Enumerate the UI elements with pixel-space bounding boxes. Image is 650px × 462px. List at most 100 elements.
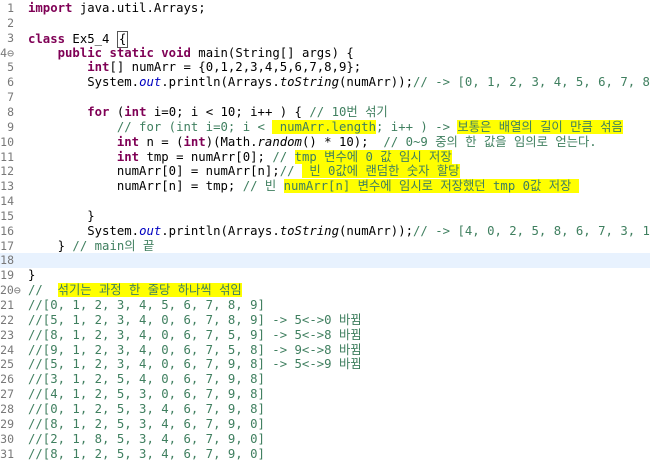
line-code: import java.util.Arrays; — [28, 1, 206, 16]
code-line[interactable]: 2 — [0, 16, 650, 31]
code-token: ( — [109, 104, 125, 119]
code-token: random — [257, 134, 302, 149]
code-line[interactable]: 1 import java.util.Arrays; — [0, 1, 650, 16]
comment-token: 섞기는 과정 한 줄당 하나씩 섞임 — [57, 283, 242, 298]
comment-token: // 빈 — [242, 179, 284, 194]
code-line[interactable]: 25 //[5, 1, 2, 3, 4, 0, 6, 7, 9, 8] -> 5<… — [0, 357, 650, 372]
comment-token: //[0, 1, 2, 3, 4, 5, 6, 7, 8, 9] — [28, 298, 265, 312]
line-number: 9 — [7, 119, 14, 134]
code-line[interactable]: 17 } // main의 끝 — [0, 239, 650, 254]
code-line[interactable]: 10 int n = (int)(Math.random() * 10); //… — [0, 135, 650, 150]
code-token: static — [109, 45, 154, 60]
code-line[interactable]: 19} — [0, 268, 650, 283]
line-code: for (int i=0; i < 10; i++ ) { // 10번 섞기 — [28, 105, 388, 120]
line-number: 24 — [0, 342, 14, 357]
line-number: 28 — [0, 401, 14, 416]
line-code: //[3, 1, 2, 5, 4, 0, 6, 7, 9, 8] — [28, 372, 265, 387]
code-token: int — [116, 134, 140, 149]
code-line[interactable]: 22 //[5, 1, 2, 3, 4, 0, 6, 7, 8, 9] -> 5<… — [0, 313, 650, 328]
code-token: .println(Arrays. — [161, 223, 280, 238]
code-line[interactable]: 15 } — [0, 209, 650, 224]
comment-token: // — [272, 149, 295, 164]
line-code: //[0, 1, 2, 5, 3, 4, 6, 7, 9, 8] — [28, 402, 265, 417]
line-code: //[2, 1, 8, 5, 3, 4, 6, 7, 9, 0] — [28, 432, 265, 447]
code-token: } — [28, 208, 95, 223]
line-number: 10 — [0, 134, 14, 149]
comment-token: // 10번 섞기 — [309, 104, 388, 119]
code-token: int — [87, 60, 110, 75]
line-number: 6 — [7, 75, 14, 90]
comment-token: // -> [4, 0, 2, 5, 8, 6, 7, 3, 1, 9] — [413, 223, 650, 238]
code-line[interactable]: 8 for (int i=0; i < 10; i++ ) { // 10번 섞… — [0, 105, 650, 120]
comment-token: numArr[n] 변수에 임시로 저장했던 tmp 0값 저장 — [283, 179, 579, 194]
code-line[interactable]: 9 // for (int i=0; i < numArr.length; i+… — [0, 119, 650, 135]
line-number: 31 — [0, 446, 14, 461]
code-line[interactable]: 20⊖ // 섞기는 과정 한 줄당 하나씩 섞임 — [0, 283, 650, 298]
code-line[interactable]: 30 //[2, 1, 8, 5, 3, 4, 6, 7, 9, 0] — [0, 432, 650, 447]
code-line[interactable]: 26 //[3, 1, 2, 5, 4, 0, 6, 7, 9, 8] — [0, 372, 650, 387]
code-line[interactable]: 11 int tmp = numArr[0]; // tmp 변수에 0 값 임… — [0, 149, 650, 165]
line-code: int tmp = numArr[0]; // tmp 변수에 0 값 임시 저… — [28, 149, 452, 165]
comment-token: //[0, 1, 2, 5, 3, 4, 6, 7, 9, 8] — [28, 401, 265, 416]
code-token: import — [28, 1, 73, 15]
line-code: } — [28, 208, 95, 224]
line-code: //[0, 1, 2, 3, 4, 5, 6, 7, 8, 9] — [28, 298, 265, 313]
code-line[interactable]: 6 System.out.println(Arrays.toString(num… — [0, 75, 650, 90]
line-code: //[9, 1, 2, 3, 4, 0, 6, 7, 5, 8] -> 9<->… — [28, 343, 362, 358]
line-code: int[] numArr = {0,1,2,3,4,5,6,7,8,9}; — [28, 60, 361, 75]
code-token: int — [124, 104, 147, 119]
line-code: System.out.println(Arrays.toString(numAr… — [28, 75, 650, 90]
line-number: 26 — [0, 372, 14, 387]
comment-token: //[8, 1, 2, 5, 3, 4, 6, 7, 9, 0] — [28, 446, 265, 461]
code-line[interactable]: 7 — [0, 90, 650, 105]
code-line[interactable]: 16 System.out.println(Arrays.toString(nu… — [0, 224, 650, 239]
line-number: 1 — [7, 1, 14, 15]
code-token: public — [57, 45, 103, 60]
code-line[interactable]: 13 numArr[n] = tmp; // 빈 numArr[n] 변수에 임… — [0, 179, 650, 194]
code-token: main(String[] args) { — [190, 45, 354, 60]
code-editor[interactable]: 1 import java.util.Arrays; 2 3 class Ex5_4 {… — [0, 0, 650, 462]
comment-token: //[5, 1, 2, 3, 4, 0, 6, 7, 8, 9] -> 5<->… — [28, 312, 362, 327]
line-number: 30 — [0, 431, 14, 446]
code-line[interactable]: 31 //[8, 1, 2, 5, 3, 4, 6, 7, 9, 0] — [0, 447, 650, 462]
comment-token: ; i++ ) -> — [375, 119, 458, 134]
line-number: 20⊖ — [0, 283, 21, 298]
comment-token: //[3, 1, 2, 5, 4, 0, 6, 7, 9, 8] — [28, 372, 265, 387]
comment-token: //[4, 1, 2, 5, 3, 0, 6, 7, 9, 8] — [28, 387, 265, 402]
code-token: .println(Arrays. — [161, 75, 280, 90]
code-line[interactable]: 29 //[8, 1, 2, 5, 3, 4, 6, 7, 9, 0] — [0, 417, 650, 432]
code-token: System. — [28, 75, 140, 90]
line-code: // for (int i=0; i < numArr.length; i++ … — [28, 119, 623, 135]
code-line[interactable]: 28 //[0, 1, 2, 5, 3, 4, 6, 7, 9, 8] — [0, 402, 650, 417]
line-number: 7 — [7, 90, 14, 105]
code-line[interactable]: 5 int[] numArr = {0,1,2,3,4,5,6,7,8,9}; — [0, 60, 650, 75]
line-code: //[5, 1, 2, 3, 4, 0, 6, 7, 9, 8] -> 5<->… — [28, 357, 362, 372]
line-code: System.out.println(Arrays.toString(numAr… — [28, 224, 650, 239]
code-token: numArr[n] = tmp; — [28, 179, 243, 194]
code-line[interactable]: 24 //[9, 1, 2, 3, 4, 0, 6, 7, 5, 8] -> 9<… — [0, 343, 650, 358]
comment-token: // — [28, 283, 58, 298]
code-token: n = ( — [139, 134, 184, 149]
code-line[interactable]: 23 //[8, 1, 2, 3, 4, 0, 6, 7, 5, 9] -> 5<… — [0, 328, 650, 343]
code-line[interactable]: 4⊖ public static void main(String[] args… — [0, 46, 650, 61]
code-token: )(Math. — [205, 134, 258, 149]
code-line[interactable]: 18 — [0, 253, 650, 269]
code-line[interactable]: 14 — [0, 194, 650, 209]
code-line[interactable]: 21 //[0, 1, 2, 3, 4, 5, 6, 7, 8, 9] — [0, 298, 650, 313]
code-line[interactable]: 3 class Ex5_4 { — [0, 30, 650, 48]
code-line[interactable]: 12 numArr[0] = numArr[n];// 빈 0값에 랜덤한 숫자… — [0, 164, 650, 179]
code-line[interactable]: 27 //[4, 1, 2, 5, 3, 0, 6, 7, 9, 8] — [0, 387, 650, 402]
comment-token: // — [279, 164, 302, 179]
code-token: int — [116, 149, 140, 164]
comment-token: 빈 0값에 랜덤한 숫자 할당 — [301, 164, 460, 179]
line-number: 12 — [0, 164, 14, 179]
line-code: //[4, 1, 2, 5, 3, 0, 6, 7, 9, 8] — [28, 387, 265, 402]
code-token: numArr[0] = numArr[n]; — [28, 164, 280, 179]
line-number: 15 — [0, 208, 14, 223]
line-code: numArr[0] = numArr[n];// 빈 0값에 랜덤한 숫자 할당 — [28, 164, 460, 179]
code-token: class — [28, 31, 66, 46]
